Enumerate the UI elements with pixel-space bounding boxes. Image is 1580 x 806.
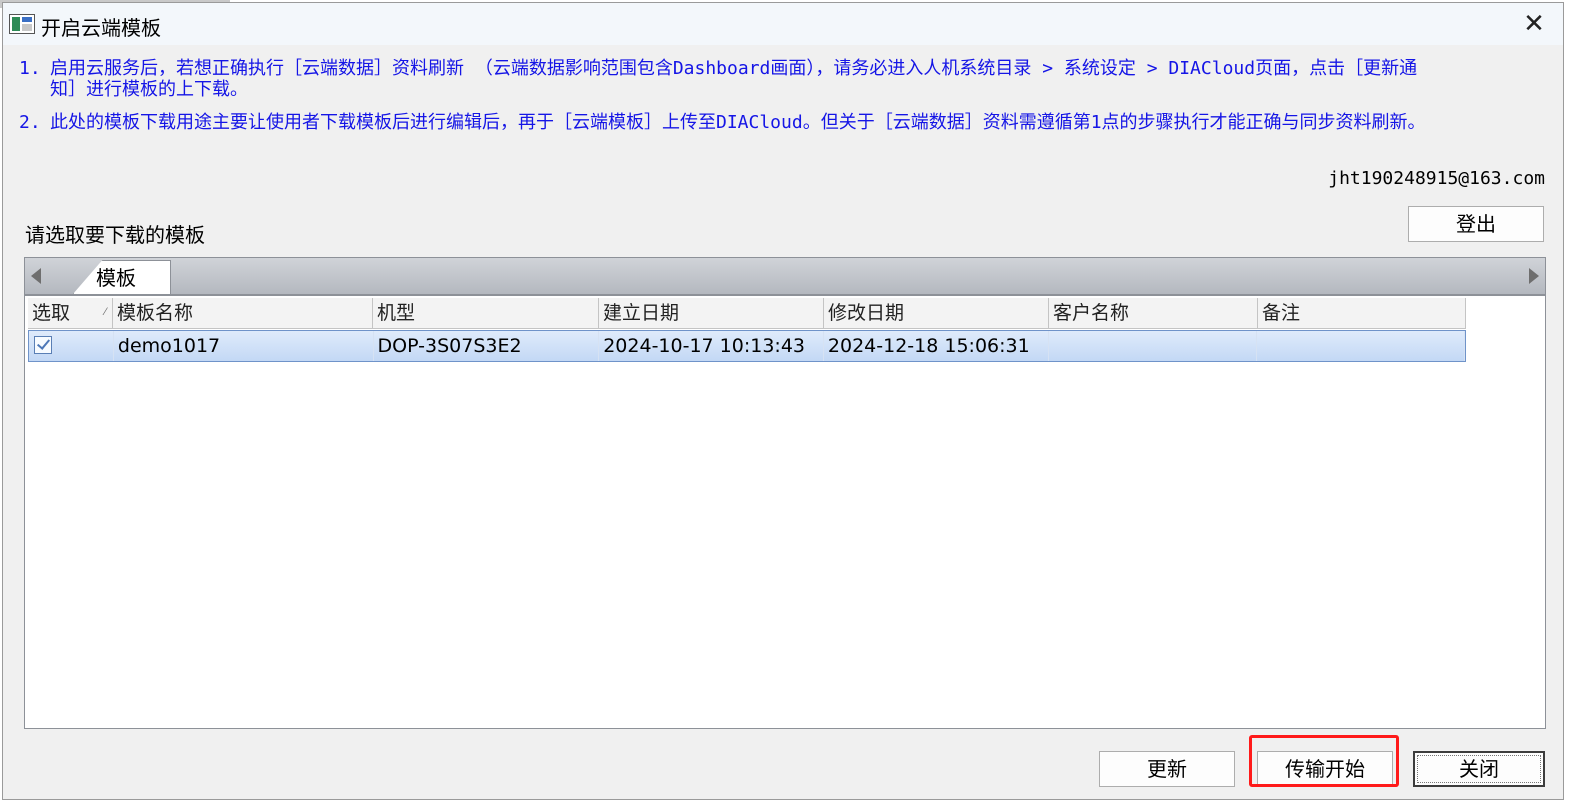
row-template-name: demo1017 [114,331,374,361]
sort-icon: ⁄ [104,307,106,318]
logout-button[interactable]: 登出 [1408,206,1544,242]
window-title: 开启云端模板 [41,16,161,40]
note-text: 此处的模板下载用途主要让使用者下载模板后进行编辑后，再于［云端模板］上传至DIA… [50,112,1426,133]
row-select-cell[interactable] [29,331,114,361]
column-header-name[interactable]: 模板名称 [113,298,373,328]
row-modified: 2024-12-18 15:06:31 [824,331,1049,361]
template-table: 选取 ⁄ 模板名称 机型 建立日期 修改日期 客户名称 备注 demo1017 D… [24,295,1546,729]
close-icon[interactable]: ✕ [1519,9,1549,39]
row-created: 2024-10-17 10:13:43 [599,331,824,361]
instruction-notes: 1. 启用云服务后，若想正确执行［云端数据］资料刷新 （云端数据影响范围包含Da… [19,58,1439,145]
column-header-created[interactable]: 建立日期 [599,298,824,328]
close-button[interactable]: 关闭 [1413,751,1545,787]
row-model: DOP-3S07S3E2 [374,331,600,361]
update-button[interactable]: 更新 [1099,751,1235,787]
table-header: 选取 ⁄ 模板名称 机型 建立日期 修改日期 客户名称 备注 [28,298,1466,329]
select-template-label: 请选取要下载的模板 [25,223,205,247]
note-number: 1. [19,58,41,79]
column-header-modified[interactable]: 修改日期 [824,298,1049,328]
cloud-template-dialog: 开启云端模板 ✕ 1. 启用云服务后，若想正确执行［云端数据］资料刷新 （云端数… [2,2,1564,800]
highlight-annotation [1249,735,1399,787]
note-number: 2. [19,112,41,133]
column-header-select[interactable]: 选取 ⁄ [28,298,113,328]
column-header-customer[interactable]: 客户名称 [1049,298,1258,328]
table-row[interactable]: demo1017 DOP-3S07S3E2 2024-10-17 10:13:4… [28,330,1466,362]
tab-label: 模板 [96,266,136,290]
note-text: 启用云服务后，若想正确执行［云端数据］资料刷新 （云端数据影响范围包含Dashb… [50,58,1418,100]
scroll-left-icon[interactable] [31,268,41,284]
title-bar: 开启云端模板 ✕ [3,3,1563,45]
note-2: 2. 此处的模板下载用途主要让使用者下载模板后进行编辑后，再于［云端模板］上传至… [19,112,1439,133]
checkbox-checked-icon[interactable] [34,336,52,354]
scroll-right-icon[interactable] [1529,268,1539,284]
tab-bar: 模板 [24,257,1546,295]
note-1: 1. 启用云服务后，若想正确执行［云端数据］资料刷新 （云端数据影响范围包含Da… [19,58,1439,100]
app-icon [9,14,35,34]
account-email: jht190248915@163.com [1328,168,1545,189]
column-header-remark[interactable]: 备注 [1258,298,1466,328]
column-header-model[interactable]: 机型 [373,298,599,328]
row-remark [1257,331,1465,361]
row-customer [1049,331,1258,361]
tab-template[interactable]: 模板 [73,260,171,294]
